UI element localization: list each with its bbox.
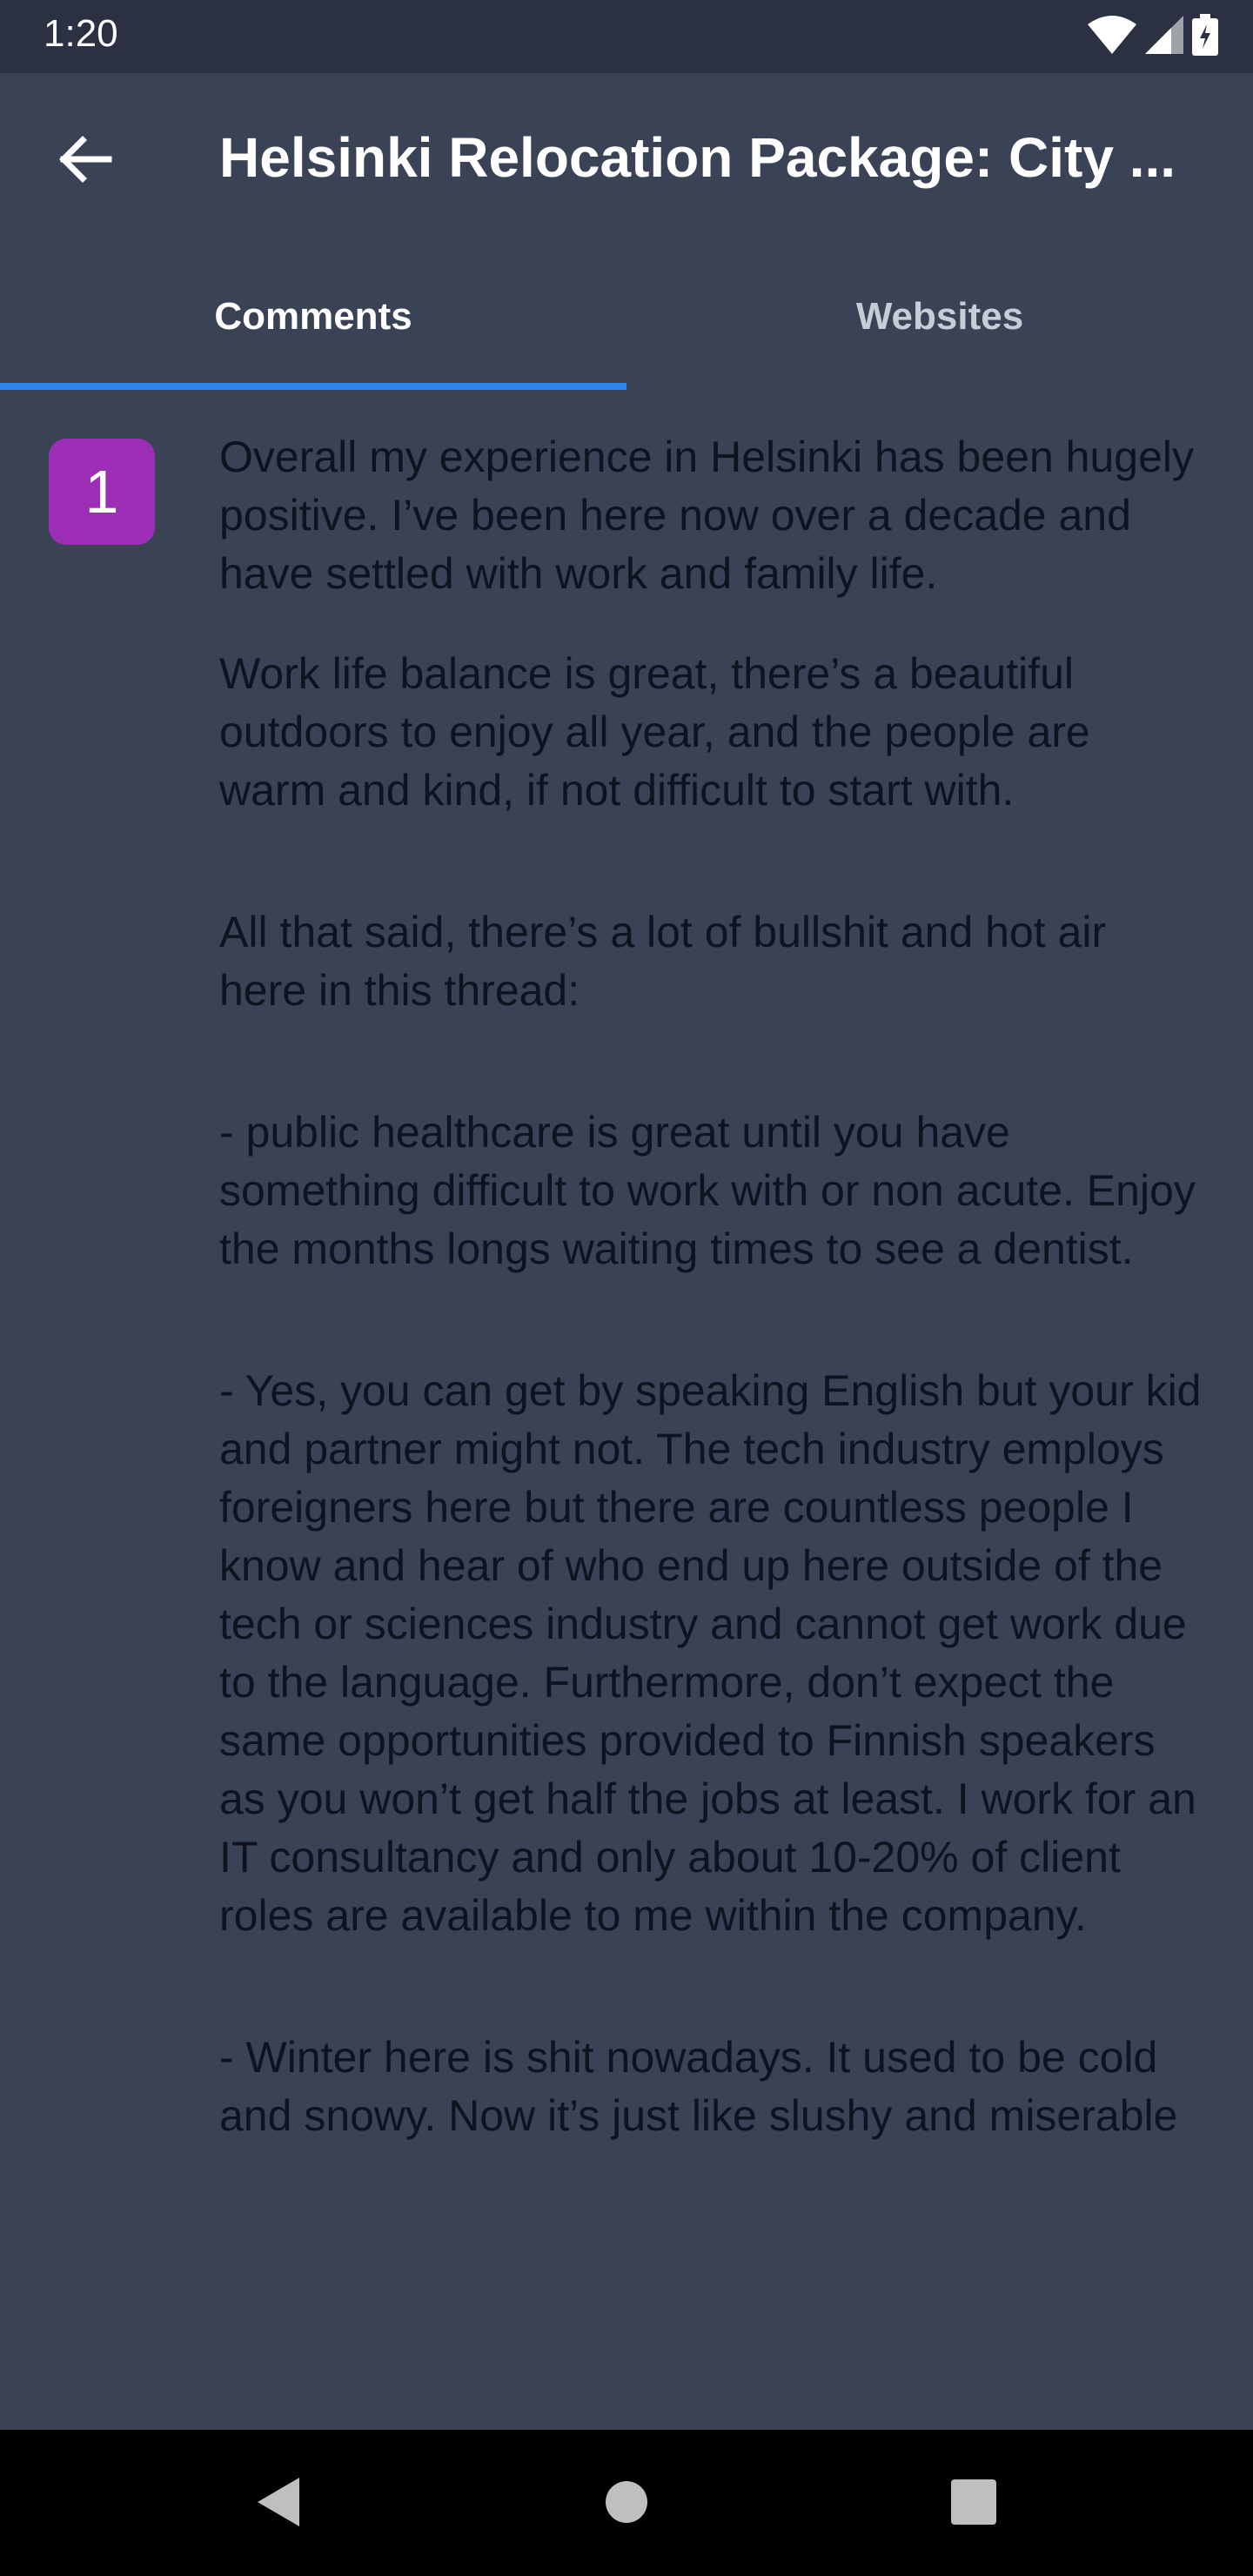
comment-paragraph: - public healthcare is great until you h… <box>219 1108 1196 1273</box>
status-icons <box>1088 13 1218 60</box>
arrow-left-icon <box>57 135 112 188</box>
comment-paragraph: - Yes, you can get by speaking English b… <box>219 1366 1202 1940</box>
comment-paragraph: - Winter here is shit nowadays. It used … <box>219 2033 1178 2140</box>
square-recents-icon <box>950 2479 997 2530</box>
nav-back-button[interactable] <box>238 2465 317 2543</box>
nav-home-button[interactable] <box>587 2465 666 2543</box>
comment-number-badge: 1 <box>49 439 155 545</box>
comment-paragraph: Overall my experience in Helsinki has be… <box>219 433 1195 598</box>
triangle-back-icon <box>254 2476 301 2532</box>
signal-icon <box>1145 15 1183 58</box>
tab-bar: Comments Websites <box>0 244 1253 390</box>
nav-recents-button[interactable] <box>935 2465 1013 2543</box>
tab-websites[interactable]: Websites <box>626 244 1253 390</box>
comment-paragraph: Work life balance is great, there’s a be… <box>219 649 1090 815</box>
tab-indicator <box>0 383 626 390</box>
status-bar: 1:20 <box>0 0 1253 73</box>
comment-paragraph: All that said, there’s a lot of bullshit… <box>219 908 1107 1015</box>
back-button[interactable] <box>45 122 124 200</box>
status-time: 1:20 <box>44 12 118 55</box>
battery-icon <box>1192 13 1218 60</box>
navigation-bar <box>0 2430 1253 2576</box>
comments-list[interactable]: 1 Overall my experience in Helsinki has … <box>0 390 1253 2430</box>
comment-body: Overall my experience in Helsinki has be… <box>219 428 1203 2145</box>
wifi-icon <box>1088 15 1136 58</box>
page-title: Helsinki Relocation Package: City ... <box>219 126 1176 189</box>
tab-comments[interactable]: Comments <box>0 244 626 390</box>
circle-home-icon <box>604 2479 649 2529</box>
